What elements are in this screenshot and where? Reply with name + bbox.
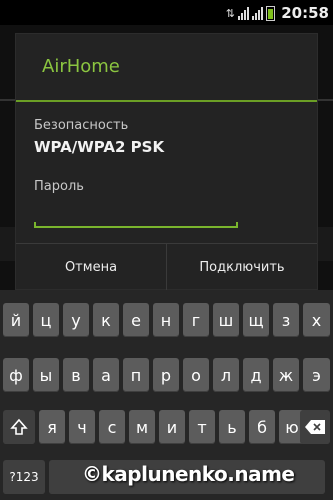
symbols-key[interactable]: ?123 xyxy=(3,460,45,494)
key[interactable]: л xyxy=(213,358,239,392)
key[interactable]: з xyxy=(273,303,299,337)
battery-icon xyxy=(266,5,275,21)
keyboard-row-2: ф ы в а п р о л д ж э xyxy=(0,358,333,392)
status-bar: ⇅ 20:58 xyxy=(0,0,333,25)
key[interactable]: н xyxy=(153,303,179,337)
key[interactable]: ы xyxy=(33,358,59,392)
key[interactable]: х xyxy=(303,303,330,337)
key[interactable]: б xyxy=(249,410,275,444)
key[interactable]: ь xyxy=(219,410,245,444)
password-input[interactable] xyxy=(34,200,238,228)
keyboard-row-3: я ч с м и т ь б ю xyxy=(0,410,333,444)
watermark: ©kaplunenko.name xyxy=(82,462,295,486)
dialog-title: AirHome xyxy=(42,56,120,77)
key[interactable]: ц xyxy=(33,303,59,337)
key[interactable]: ж xyxy=(273,358,299,392)
cancel-button[interactable]: Отмена xyxy=(16,244,166,290)
key[interactable]: о xyxy=(183,358,209,392)
signal-icon xyxy=(238,6,249,20)
key[interactable]: й xyxy=(3,303,29,337)
wifi-connect-dialog: AirHome Безопасность WPA/WPA2 PSK Пароль… xyxy=(16,34,317,290)
key[interactable]: ф xyxy=(3,358,29,392)
key[interactable]: м xyxy=(129,410,155,444)
key[interactable]: т xyxy=(189,410,215,444)
key[interactable]: я xyxy=(39,410,65,444)
key[interactable]: с xyxy=(99,410,125,444)
password-label: Пароль xyxy=(34,179,84,194)
status-icons: ⇅ xyxy=(226,5,275,21)
key[interactable]: э xyxy=(303,358,330,392)
shift-arrow-icon xyxy=(10,418,28,435)
key[interactable]: е xyxy=(123,303,149,337)
title-divider xyxy=(16,100,317,102)
dialog-button-row: Отмена Подключить xyxy=(16,243,317,290)
data-transfer-icon: ⇅ xyxy=(225,6,235,20)
key[interactable]: г xyxy=(183,303,209,337)
security-value: WPA/WPA2 PSK xyxy=(34,138,165,156)
signal-icon-2 xyxy=(252,6,263,20)
shift-key[interactable] xyxy=(3,410,35,444)
key[interactable]: к xyxy=(93,303,119,337)
key[interactable]: ш xyxy=(213,303,239,337)
connect-button[interactable]: Подключить xyxy=(166,244,317,290)
key[interactable]: д xyxy=(243,358,269,392)
backspace-key[interactable] xyxy=(300,410,330,444)
clock: 20:58 xyxy=(281,4,329,22)
keyboard-row-1: й ц у к е н г ш щ з х xyxy=(0,303,333,337)
backspace-icon xyxy=(305,420,325,434)
key[interactable]: щ xyxy=(243,303,269,337)
security-label: Безопасность xyxy=(34,118,129,133)
key[interactable]: р xyxy=(153,358,179,392)
key[interactable]: в xyxy=(63,358,89,392)
key[interactable]: и xyxy=(159,410,185,444)
key[interactable]: у xyxy=(63,303,89,337)
key[interactable]: ч xyxy=(69,410,95,444)
key[interactable]: а xyxy=(93,358,119,392)
key[interactable]: п xyxy=(123,358,149,392)
